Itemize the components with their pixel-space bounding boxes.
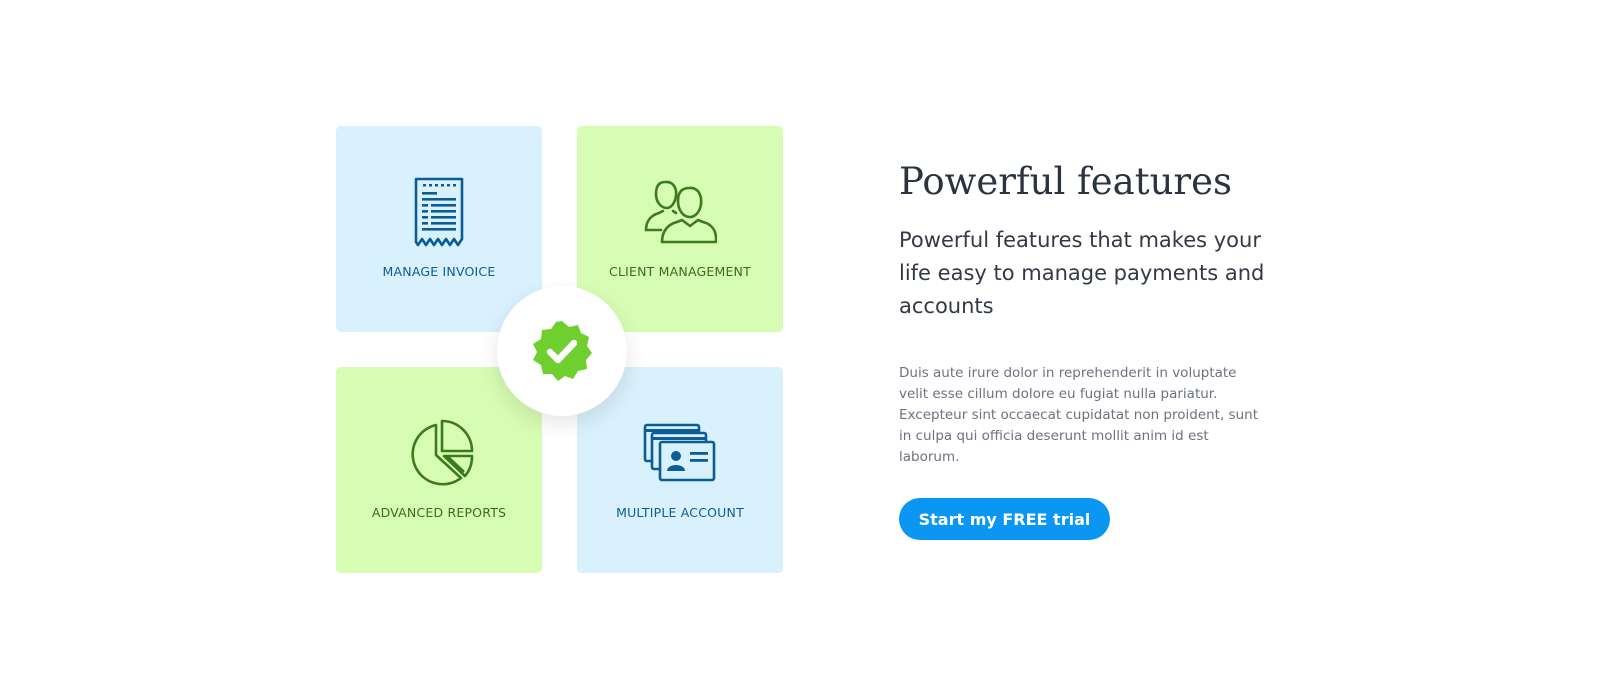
center-badge: [497, 286, 627, 416]
start-free-trial-button[interactable]: Start my FREE trial: [899, 498, 1110, 540]
feature-tile-client-management: CLIENT MANAGEMENT: [577, 126, 783, 332]
feature-label-advanced-reports: ADVANCED REPORTS: [371, 505, 507, 520]
pie-chart-icon: [336, 417, 542, 489]
feature-tile-manage-invoice: MANAGE INVOICE: [336, 126, 542, 332]
section-subtitle: Powerful features that makes your life e…: [899, 228, 1265, 318]
users-icon: [577, 176, 783, 248]
invoice-receipt-icon: [336, 176, 542, 248]
feature-tile-multiple-account: MULTIPLE ACCOUNT: [577, 367, 783, 573]
feature-label-multiple-account: MULTIPLE ACCOUNT: [616, 505, 744, 520]
feature-tile-advanced-reports: ADVANCED REPORTS: [336, 367, 542, 573]
id-cards-icon: [577, 417, 783, 489]
section-body-text: Duis aute irure dolor in reprehenderit i…: [899, 365, 1258, 465]
verified-check-badge-icon: [533, 321, 592, 381]
feature-label-client-management: CLIENT MANAGEMENT: [609, 264, 751, 279]
section-title: Powerful features: [899, 160, 1232, 203]
feature-label-manage-invoice: MANAGE INVOICE: [382, 264, 496, 279]
